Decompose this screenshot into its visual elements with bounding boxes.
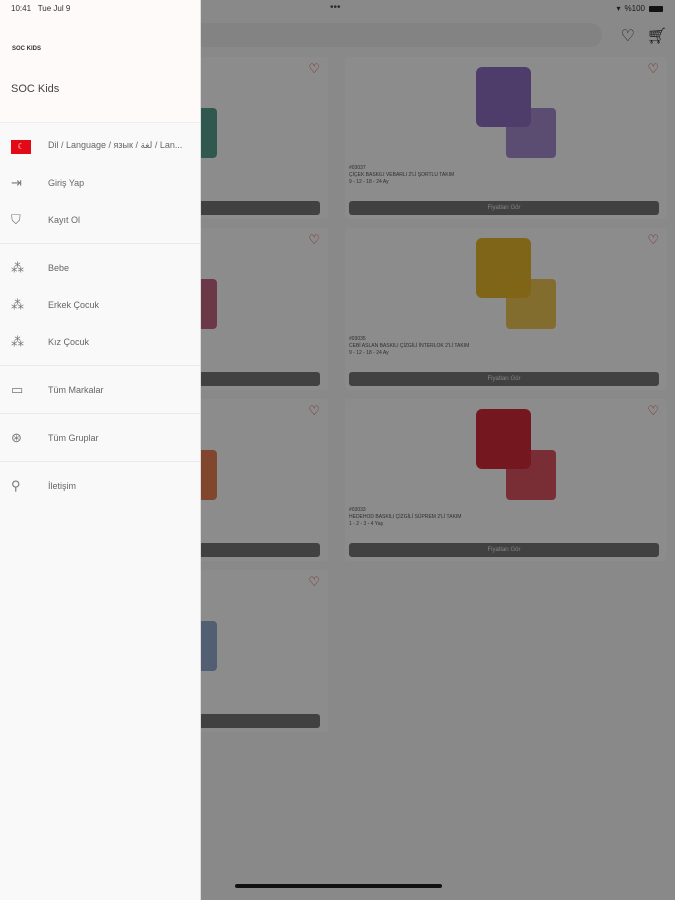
category-icon: ⁂ (11, 296, 24, 312)
turkey-flag-icon: ☾ (11, 140, 31, 154)
drawer-item-groups[interactable]: ⊛ Tüm Gruplar (0, 419, 200, 456)
drawer-item-kiz-cocuk[interactable]: ⁂ Kız Çocuk (0, 323, 200, 360)
drawer-header: 10:41 Tue Jul 9 SOC KIDS SOC Kids (0, 0, 200, 123)
item-label: Tüm Gruplar (48, 432, 99, 443)
item-label: Giriş Yap (48, 177, 85, 188)
item-label: Kayıt Ol (48, 214, 81, 225)
divider (0, 243, 200, 244)
side-drawer: 10:41 Tue Jul 9 SOC KIDS SOC Kids ☾ Dil /… (0, 0, 201, 900)
item-label: Kız Çocuk (48, 336, 90, 347)
category-icon: ⁂ (11, 259, 24, 275)
login-icon: ⇥ (11, 174, 22, 190)
drawer-item-register[interactable]: ⛉ Kayıt Ol (0, 201, 200, 238)
drawer-item-language[interactable]: ☾ Dil / Language / язык / لغة / Lan... (0, 127, 200, 164)
drawer-item-contact[interactable]: ⚲ İletişim (0, 467, 200, 504)
logo: SOC KIDS (12, 46, 42, 52)
item-label: Tüm Markalar (48, 384, 104, 395)
brand-name: SOC Kids (11, 83, 60, 95)
item-label: Dil / Language / язык / لغة / Lan... (48, 140, 183, 150)
home-indicator[interactable] (235, 884, 442, 888)
divider (0, 365, 200, 366)
category-icon: ⁂ (11, 333, 24, 349)
divider (0, 413, 200, 414)
divider (0, 461, 200, 462)
shield-check-icon: ⛉ (11, 211, 21, 227)
item-label: Bebe (48, 262, 70, 273)
groups-icon: ⊛ (11, 429, 22, 445)
drawer-item-bebe[interactable]: ⁂ Bebe (0, 249, 200, 286)
drawer-item-erkek-cocuk[interactable]: ⁂ Erkek Çocuk (0, 286, 200, 323)
status-time: 10:41 Tue Jul 9 (11, 4, 71, 13)
drawer-item-brands[interactable]: ▭ Tüm Markalar (0, 371, 200, 408)
location-icon: ⚲ (11, 477, 21, 493)
brands-icon: ▭ (11, 381, 24, 397)
drawer-item-login[interactable]: ⇥ Giriş Yap (0, 164, 200, 201)
item-label: İletişim (48, 480, 77, 491)
item-label: Erkek Çocuk (48, 299, 100, 310)
